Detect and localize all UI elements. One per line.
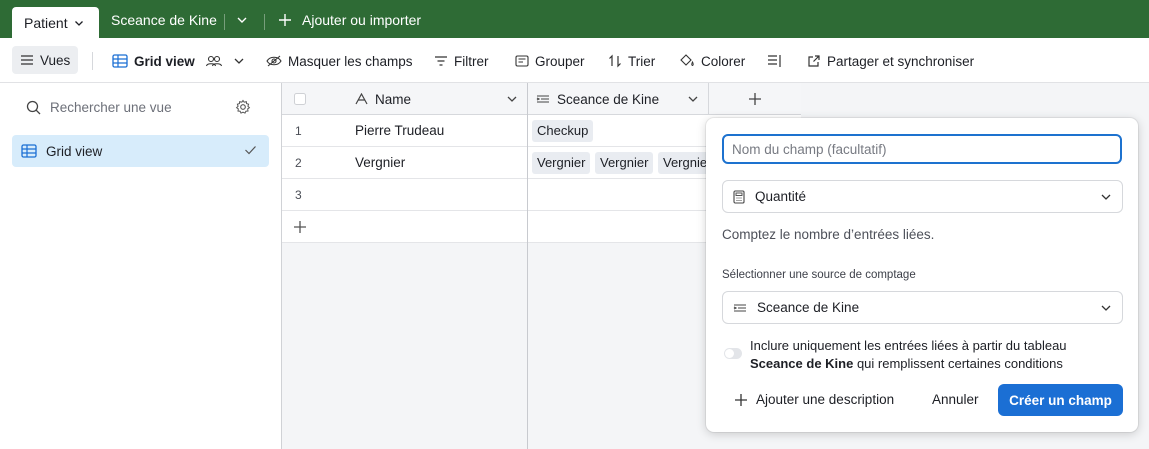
linked-record-icon bbox=[733, 302, 747, 314]
views-label: Vues bbox=[40, 52, 71, 68]
eye-slash-icon bbox=[266, 54, 282, 68]
tables-menu-chevron-icon[interactable] bbox=[236, 14, 248, 26]
search-icon bbox=[26, 100, 41, 115]
divider bbox=[224, 14, 225, 30]
plus-icon bbox=[278, 13, 292, 27]
grid-view-label: Grid view bbox=[134, 53, 195, 69]
field-type-label: Quantité bbox=[755, 189, 807, 204]
divider bbox=[92, 52, 93, 70]
tab-patient-label: Patient bbox=[24, 14, 68, 31]
chevron-down-icon bbox=[1100, 302, 1112, 314]
sort-button[interactable]: Trier bbox=[608, 51, 655, 71]
sidebar-item-grid-view[interactable]: Grid view bbox=[12, 135, 269, 167]
table-tab-bar: Patient Sceance de Kine Ajouter ou impor… bbox=[0, 0, 1149, 38]
search-input[interactable]: Rechercher une vue bbox=[50, 100, 172, 115]
grid-icon bbox=[112, 54, 128, 68]
group-icon bbox=[515, 55, 529, 67]
column-header-label: Sceance de Kine bbox=[557, 91, 660, 107]
add-description-label: Ajouter une description bbox=[756, 392, 895, 407]
row-height-icon bbox=[767, 54, 783, 68]
plus-icon[interactable] bbox=[748, 83, 762, 115]
chevron-down-icon bbox=[233, 55, 245, 67]
include-text-2: qui remplissent certaines conditions bbox=[856, 356, 1063, 371]
views-sidebar: Rechercher une vue Grid view bbox=[0, 83, 282, 449]
include-table-name: Sceance de Kine bbox=[750, 356, 854, 371]
include-text-1: Inclure uniquement les entrées liées à p… bbox=[750, 338, 1067, 353]
tab-patient[interactable]: Patient bbox=[12, 7, 99, 38]
row-height-button[interactable] bbox=[767, 51, 783, 71]
hide-fields-label: Masquer les champs bbox=[288, 53, 413, 69]
view-toolbar: Vues Grid view Masquer les champs Filtre… bbox=[0, 38, 1149, 83]
field-name-input[interactable] bbox=[722, 134, 1122, 164]
paint-bucket-icon bbox=[679, 54, 695, 68]
linked-record-icon bbox=[536, 93, 550, 105]
sort-icon bbox=[608, 54, 622, 68]
name-column-divider bbox=[282, 83, 528, 449]
filter-icon bbox=[434, 55, 448, 67]
external-link-icon bbox=[807, 54, 821, 68]
view-switcher-button[interactable]: Grid view bbox=[112, 51, 245, 71]
conditions-description: Inclure uniquement les entrées liées à p… bbox=[750, 337, 1120, 373]
create-field-popup: Quantité Comptez le nombre d’entrées lié… bbox=[706, 118, 1138, 432]
sort-label: Trier bbox=[628, 53, 656, 69]
check-icon bbox=[244, 144, 257, 156]
gear-icon[interactable] bbox=[235, 99, 251, 115]
sidebar-item-label: Grid view bbox=[46, 143, 103, 159]
share-sync-label: Partager et synchroniser bbox=[827, 53, 975, 69]
plus-icon bbox=[734, 393, 748, 407]
field-type-hint: Comptez le nombre d’entrées liées. bbox=[722, 227, 935, 242]
filter-button[interactable]: Filtrer bbox=[434, 51, 489, 71]
count-source-select[interactable]: Sceance de Kine bbox=[722, 291, 1123, 324]
field-type-select[interactable]: Quantité bbox=[722, 180, 1123, 213]
color-button[interactable]: Colorer bbox=[679, 51, 745, 71]
views-button[interactable]: Vues bbox=[12, 46, 79, 74]
cancel-button[interactable]: Annuler bbox=[932, 392, 979, 407]
grid-icon bbox=[21, 144, 37, 158]
linked-record-pill[interactable]: Checkup bbox=[532, 120, 594, 142]
linked-record-pill[interactable]: Vergnie bbox=[658, 152, 713, 174]
color-label: Colorer bbox=[701, 53, 746, 69]
group-button[interactable]: Grouper bbox=[515, 51, 585, 71]
linked-record-pill[interactable]: Vergnier bbox=[595, 152, 654, 174]
divider bbox=[264, 14, 265, 30]
add-description-button[interactable]: Ajouter une description bbox=[734, 392, 894, 407]
people-icon bbox=[205, 54, 223, 68]
group-label: Grouper bbox=[535, 53, 585, 69]
add-or-import-label: Ajouter ou importer bbox=[302, 12, 422, 28]
add-or-import-button[interactable]: Ajouter ou importer bbox=[278, 12, 421, 28]
menu-icon bbox=[20, 54, 34, 66]
hide-fields-button[interactable]: Masquer les champs bbox=[266, 51, 413, 71]
share-sync-button[interactable]: Partager et synchroniser bbox=[807, 51, 974, 71]
conditions-toggle[interactable] bbox=[724, 348, 742, 359]
count-source-value: Sceance de Kine bbox=[757, 300, 860, 315]
count-source-label: Sélectionner une source de comptage bbox=[722, 269, 916, 281]
column-header-sceance[interactable]: Sceance de Kine bbox=[536, 83, 659, 115]
chevron-down-icon[interactable] bbox=[687, 83, 699, 115]
linked-record-pill[interactable]: Vergnier bbox=[532, 152, 591, 174]
view-search[interactable]: Rechercher une vue bbox=[26, 100, 172, 115]
chevron-down-icon bbox=[1100, 191, 1112, 203]
create-field-button[interactable]: Créer un champ bbox=[998, 384, 1123, 416]
filter-label: Filtrer bbox=[454, 53, 489, 69]
tab-sceance-de-kine[interactable]: Sceance de Kine bbox=[111, 12, 217, 28]
calculator-icon bbox=[733, 189, 745, 204]
chevron-down-icon bbox=[74, 18, 84, 28]
